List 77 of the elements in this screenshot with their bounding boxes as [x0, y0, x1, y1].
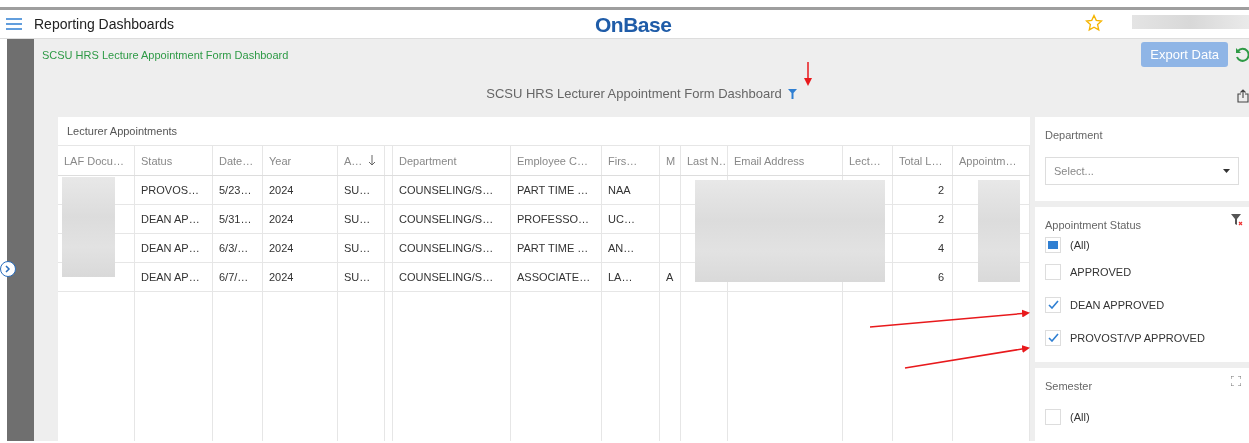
- table-cell: AN…: [602, 234, 660, 262]
- filter-icon[interactable]: [787, 88, 797, 99]
- column-header[interactable]: Date…: [213, 146, 263, 175]
- menu-icon[interactable]: [6, 18, 22, 30]
- table-cell: COUNSELING/S…: [393, 263, 511, 291]
- table-cell: ASSOCIATE…: [511, 263, 602, 291]
- table-cell: PROVOS…: [135, 176, 213, 204]
- column-header[interactable]: Email Address: [728, 146, 843, 175]
- filter-title: Semester: [1045, 380, 1093, 392]
- table-cell: DEAN AP…: [135, 263, 213, 291]
- table-cell: A: [660, 263, 681, 291]
- table-cell: 6: [893, 263, 953, 291]
- table-cell: SU…: [338, 205, 385, 233]
- table-cell: COUNSELING/S…: [393, 234, 511, 262]
- column-header[interactable]: Firs…: [602, 146, 660, 175]
- expand-handle[interactable]: [0, 261, 16, 277]
- table-cell: PART TIME …: [511, 176, 602, 204]
- column-header[interactable]: A…: [338, 146, 385, 175]
- annotation-arrow: [804, 61, 812, 86]
- dashboard-title: SCSU HRS Lecturer Appointment Form Dashboard: [486, 86, 782, 102]
- column-header[interactable]: Year: [263, 146, 338, 175]
- app-title: Reporting Dashboards: [34, 16, 175, 32]
- checkbox-label[interactable]: (All): [1070, 239, 1090, 251]
- column-header[interactable]: Total L…: [893, 146, 953, 175]
- checkbox-label[interactable]: (All): [1070, 410, 1090, 423]
- table-cell: COUNSELING/S…: [393, 176, 511, 204]
- table-cell: UC…: [602, 205, 660, 233]
- brand-logo: OnBase: [595, 13, 672, 37]
- column-header[interactable]: LAF Docu…: [58, 146, 135, 175]
- column-header[interactable]: Department: [393, 146, 511, 175]
- table-cell: DEAN AP…: [135, 205, 213, 233]
- caret-icon: [1223, 169, 1230, 173]
- table-cell: COUNSELING/S…: [393, 205, 511, 233]
- table-cell: 2024: [263, 176, 338, 204]
- table-cell: SU…: [338, 234, 385, 262]
- table-cell: NAA: [602, 176, 660, 204]
- column-header[interactable]: Lect…: [843, 146, 893, 175]
- checkbox-label[interactable]: PROVOST/VP APPROVED: [1070, 331, 1205, 344]
- checkbox-label[interactable]: APPROVED: [1070, 265, 1132, 278]
- filter-title: Appointment Status: [1045, 219, 1141, 231]
- checkbox[interactable]: [1045, 408, 1061, 425]
- table-cell: LA…: [602, 263, 660, 291]
- table-cell: 2: [893, 176, 953, 204]
- share-icon[interactable]: [1237, 88, 1249, 103]
- table-cell: 2024: [263, 263, 338, 291]
- table-cell: SU…: [338, 176, 385, 204]
- department-dropdown[interactable]: Select...: [1045, 157, 1239, 185]
- table-cell: PART TIME …: [511, 234, 602, 262]
- export-button[interactable]: Export Data: [1141, 42, 1228, 68]
- table-cell: 2024: [263, 234, 338, 262]
- checkbox[interactable]: [1045, 329, 1061, 346]
- table-cell: 6/3/…: [213, 234, 263, 262]
- table-title: Lecturer Appointments: [67, 125, 178, 137]
- breadcrumb-link[interactable]: SCSU HRS Lecture Appointment Form Dashboard: [42, 48, 1142, 61]
- column-header[interactable]: Appointm…: [953, 146, 1030, 175]
- checkbox[interactable]: [1045, 237, 1061, 253]
- refresh-icon[interactable]: [1235, 46, 1249, 63]
- column-header[interactable]: Employee C…: [511, 146, 602, 175]
- table-cell: DEAN AP…: [135, 234, 213, 262]
- filter-title: Department: [1045, 129, 1103, 141]
- checkbox-label[interactable]: DEAN APPROVED: [1070, 298, 1165, 311]
- table-cell: PROFESSO…: [511, 205, 602, 233]
- star-icon[interactable]: [1085, 14, 1103, 32]
- table-cell: 6/7/…: [213, 263, 263, 291]
- column-header[interactable]: M: [660, 146, 681, 175]
- table-cell: 2: [893, 205, 953, 233]
- checkbox[interactable]: [1045, 263, 1061, 280]
- table-cell: 4: [893, 234, 953, 262]
- table-cell: 2024: [263, 205, 338, 233]
- table-cell: SU…: [338, 263, 385, 291]
- expand-icon[interactable]: [1231, 376, 1241, 386]
- table-cell: 5/23…: [213, 176, 263, 204]
- clear-filter-icon[interactable]: [1231, 214, 1243, 226]
- table-cell: 5/31…: [213, 205, 263, 233]
- column-header[interactable]: Status: [135, 146, 213, 175]
- column-header[interactable]: Last N…: [681, 146, 728, 175]
- checkbox[interactable]: [1045, 296, 1061, 313]
